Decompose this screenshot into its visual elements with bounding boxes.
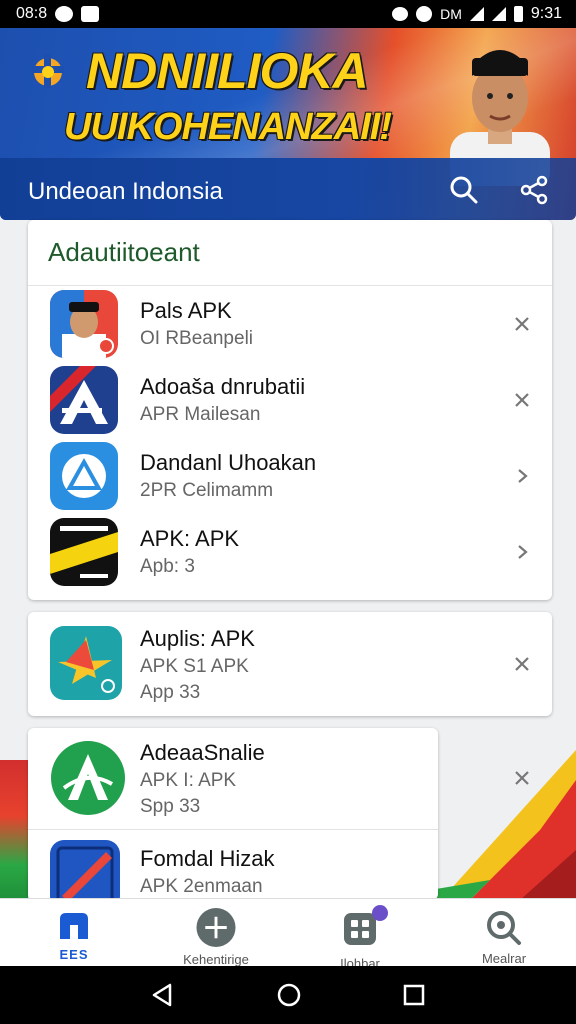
app-subtitle: OI RBeanpeli xyxy=(140,328,254,349)
card-title: Adautiitoeant xyxy=(28,220,552,286)
nav-grid[interactable]: Ilohbar xyxy=(310,899,410,971)
app-icon-green-a xyxy=(51,741,125,815)
app-subtitle: APK S1 APK xyxy=(140,656,249,677)
app-text: Fomdal Hizak APK 2enmaan xyxy=(140,846,274,898)
app-name: Fomdal Hizak xyxy=(140,846,275,871)
close-icon xyxy=(515,393,529,407)
list-item[interactable]: Fomdal Hizak APK 2enmaan xyxy=(28,830,438,900)
status-time-right: 9:31 xyxy=(530,5,562,22)
nav-label: Mealrar xyxy=(481,951,527,966)
close-icon xyxy=(515,317,529,331)
decorative-ribbon-left xyxy=(0,760,28,900)
signal-2-icon xyxy=(491,7,506,21)
status-bar: 08:8 DM 9:31 xyxy=(0,0,576,28)
chevron-right-icon xyxy=(518,469,528,483)
header-banner: NDNIILIOKA UUIKOHENANZAII! Undeoan Indon… xyxy=(0,28,576,220)
app-icon-a-logo xyxy=(50,366,118,434)
battery-icon xyxy=(513,6,523,22)
close-icon xyxy=(515,771,529,785)
app-subtitle: APK 2enmaan xyxy=(140,876,263,897)
app-text: Auplis: APK APK S1 APK App 33 xyxy=(140,626,255,704)
wifi-icon xyxy=(392,7,409,21)
app-icon-pencil xyxy=(50,840,120,900)
back-icon[interactable] xyxy=(150,982,176,1008)
app-name: Dandanl Uhoakan xyxy=(140,450,317,475)
app-icon-delta xyxy=(50,442,118,510)
open-button[interactable] xyxy=(508,462,536,490)
search-icon xyxy=(450,176,478,204)
app-subtitle-2: Spp 33 xyxy=(140,796,201,817)
list-item[interactable]: Dandanl Uhoakan 2PR Celimamm xyxy=(28,438,552,514)
nav-home[interactable]: EES xyxy=(24,899,124,967)
banner-subheadline: UUIKOHENANZAII! xyxy=(64,106,392,148)
app-subtitle: APR Mailesan xyxy=(140,404,261,425)
header-title: Undeoan Indonsia xyxy=(28,178,223,205)
open-button[interactable] xyxy=(508,538,536,566)
remove-button[interactable] xyxy=(508,386,536,414)
app-subtitle: 2PR Celimamm xyxy=(140,480,274,501)
chevron-right-icon xyxy=(518,545,528,559)
data-icon xyxy=(416,6,433,22)
home-icon xyxy=(60,913,88,939)
signal-icon xyxy=(469,7,484,21)
app-text: Pals APK OI RBeanpeli xyxy=(140,298,253,350)
list-item[interactable]: APK: APK Apb: 3 xyxy=(28,514,552,590)
app-name: AdeaaSnalie xyxy=(140,740,265,765)
app-name: APK: APK xyxy=(140,526,240,551)
close-icon xyxy=(515,657,529,671)
list-item[interactable]: Auplis: APK APK S1 APK App 33 xyxy=(28,612,552,716)
list-item[interactable]: Adoaša dnrubatii APR Mailesan xyxy=(28,362,552,438)
app-list-card: Adautiitoeant Pals APK OI RBeanpeli Adoa… xyxy=(28,220,552,600)
image-notification-icon xyxy=(81,6,100,22)
banner-headline: NDNIILIOKA xyxy=(86,43,369,99)
app-list-card: Auplis: APK APK S1 APK App 33 xyxy=(28,612,552,716)
carrier-label: DM xyxy=(440,6,462,22)
app-icon-stripe xyxy=(50,518,118,586)
app-subtitle: APK I: APK xyxy=(140,770,237,791)
app-name: Adoaša dnrubatii xyxy=(140,374,306,399)
remove-button[interactable] xyxy=(508,650,536,678)
plus-circle-icon xyxy=(196,907,236,948)
bottom-navigation: EES Kehentirige Ilohbar Mealrar xyxy=(0,898,576,971)
status-time-left: 08:8 xyxy=(16,5,48,22)
list-item[interactable]: AdeaaSnalie APK I: APK Spp 33 xyxy=(28,728,438,830)
logo-icon xyxy=(32,54,64,88)
nav-label: Kehentirige xyxy=(183,952,249,967)
app-icon-person xyxy=(50,290,118,358)
search-icon xyxy=(487,911,521,945)
app-name: Auplis: APK xyxy=(140,626,255,651)
decorative-ribbon-right xyxy=(430,750,576,900)
app-text: Dandanl Uhoakan 2PR Celimamm xyxy=(140,450,316,502)
app-icon-star xyxy=(50,626,122,700)
remove-button[interactable] xyxy=(508,764,536,792)
nav-search[interactable]: Mealrar xyxy=(454,899,554,967)
share-icon xyxy=(520,175,548,205)
app-subtitle-2: App 33 xyxy=(140,682,201,703)
list-item[interactable]: Pals APK OI RBeanpeli xyxy=(28,286,552,362)
app-text: Adoaša dnrubatii APR Mailesan xyxy=(140,374,305,426)
nav-home-caption: EES xyxy=(59,947,89,962)
recents-icon[interactable] xyxy=(402,983,426,1007)
remove-button[interactable] xyxy=(508,310,536,338)
app-text: AdeaaSnalie APK I: APK Spp 33 xyxy=(140,740,265,818)
nav-add[interactable]: Kehentirige xyxy=(166,899,266,967)
app-name: Pals APK xyxy=(140,298,232,323)
search-button[interactable] xyxy=(444,170,484,210)
notification-badge xyxy=(372,905,388,921)
system-navigation-bar xyxy=(0,966,576,1024)
home-circle-icon[interactable] xyxy=(276,982,302,1008)
share-button[interactable] xyxy=(514,170,554,210)
app-text: APK: APK Apb: 3 xyxy=(140,526,239,578)
app-subtitle: Apb: 3 xyxy=(140,556,195,577)
app-list-card: AdeaaSnalie APK I: APK Spp 33 Fomdal Hiz… xyxy=(28,728,438,900)
notification-icon xyxy=(55,6,74,22)
